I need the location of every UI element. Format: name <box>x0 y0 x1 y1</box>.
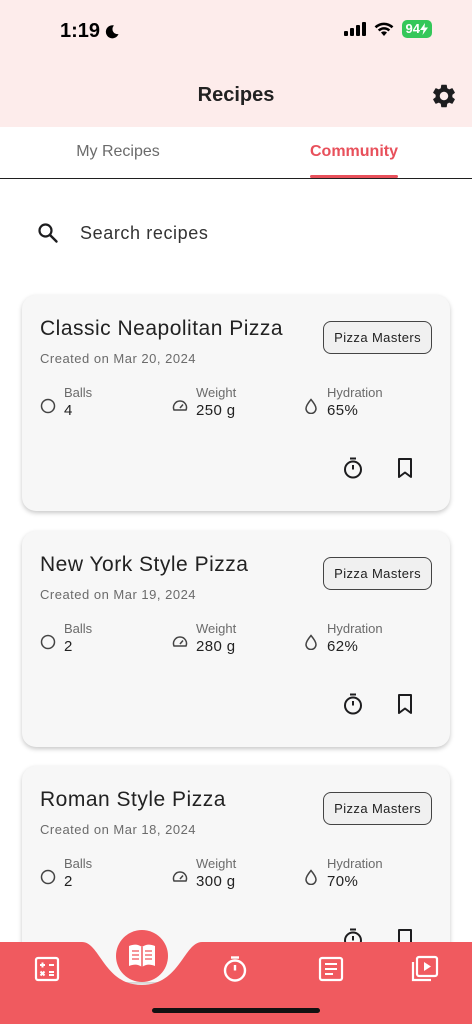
timer-icon <box>223 956 247 982</box>
stat-label: Weight <box>196 856 237 871</box>
charging-icon <box>420 23 428 35</box>
recipe-title: Roman Style Pizza <box>40 788 226 811</box>
stat-balls: Balls 2 <box>40 856 92 890</box>
recipe-book-icon <box>129 944 155 967</box>
recipe-date: Created on Mar 20, 2024 <box>40 351 197 366</box>
author-badge[interactable]: Pizza Masters <box>323 792 432 825</box>
stat-label: Weight <box>196 621 237 636</box>
stat-hydration: Hydration 65% <box>303 385 383 419</box>
stat-value: 2 <box>64 873 73 890</box>
app-header: 1:19 94 Recipes <box>0 0 472 127</box>
gauge-icon <box>172 400 188 411</box>
timer-button[interactable] <box>340 455 366 481</box>
signal-icon <box>343 22 366 36</box>
status-bar: 1:19 94 <box>0 0 472 62</box>
author-badge[interactable]: Pizza Masters <box>323 557 432 590</box>
stat-balls: Balls 2 <box>40 621 92 655</box>
status-icons: 94 <box>343 20 432 38</box>
nav-videos-button[interactable] <box>410 954 440 984</box>
stat-value: 2 <box>64 638 73 655</box>
status-time: 1:19 <box>60 20 120 43</box>
stat-label: Hydration <box>327 856 383 871</box>
gauge-icon <box>172 871 188 882</box>
recipe-title: New York Style Pizza <box>40 553 249 576</box>
stat-value: 65% <box>327 402 359 419</box>
home-indicator <box>152 1008 320 1013</box>
notes-icon <box>318 956 344 982</box>
status-time-text: 1:19 <box>60 20 101 42</box>
recipe-title: Classic Neapolitan Pizza <box>40 317 284 340</box>
recipe-card[interactable]: Classic Neapolitan Pizza Created on Mar … <box>22 295 450 511</box>
tab-my-recipes[interactable]: My Recipes <box>0 127 236 178</box>
battery-indicator: 94 <box>401 20 432 38</box>
stat-value: 4 <box>64 402 73 419</box>
search-icon <box>38 223 58 243</box>
page-title: Recipes <box>197 84 275 106</box>
bookmark-button[interactable] <box>392 455 418 481</box>
moon-icon <box>105 24 119 38</box>
stat-label: Balls <box>64 621 93 636</box>
recipe-date: Created on Mar 18, 2024 <box>40 822 197 837</box>
stat-label: Hydration <box>327 385 383 400</box>
search-bar[interactable]: Search recipes <box>36 218 436 248</box>
water-drop-icon <box>305 634 317 650</box>
gauge-icon <box>172 636 188 647</box>
stat-value: 62% <box>327 638 359 655</box>
wifi-icon <box>374 22 393 36</box>
bookmark-icon <box>398 458 412 478</box>
tab-bar: My Recipes Community <box>0 127 472 179</box>
bookmark-button[interactable] <box>392 691 418 717</box>
stat-label: Weight <box>196 385 237 400</box>
ball-icon <box>40 634 56 650</box>
stat-value: 70% <box>327 873 359 890</box>
stat-weight: Weight 250 g <box>172 385 236 419</box>
stat-value: 280 g <box>196 638 236 655</box>
stat-balls: Balls 4 <box>40 385 92 419</box>
author-badge[interactable]: Pizza Masters <box>323 321 432 354</box>
stat-label: Hydration <box>327 621 383 636</box>
stat-value: 250 g <box>196 402 236 419</box>
nav-timer-button[interactable] <box>220 954 250 984</box>
ball-icon <box>40 398 56 414</box>
stat-value: 300 g <box>196 873 236 890</box>
water-drop-icon <box>305 869 317 885</box>
calculator-icon <box>34 956 60 982</box>
video-library-icon <box>411 955 439 982</box>
nav-recipes-button[interactable] <box>116 930 168 982</box>
water-drop-icon <box>305 398 317 414</box>
gear-icon <box>433 84 455 108</box>
stat-weight: Weight 300 g <box>172 856 236 890</box>
stat-label: Balls <box>64 385 93 400</box>
nav-calculator-button[interactable] <box>32 954 62 984</box>
battery-level: 94 <box>405 21 420 36</box>
timer-button[interactable] <box>340 691 366 717</box>
stat-hydration: Hydration 62% <box>303 621 383 655</box>
stat-weight: Weight 280 g <box>172 621 236 655</box>
recipe-date: Created on Mar 19, 2024 <box>40 587 197 602</box>
stat-hydration: Hydration 70% <box>303 856 383 890</box>
ball-icon <box>40 869 56 885</box>
bookmark-icon <box>398 694 412 714</box>
stopwatch-icon <box>344 457 362 479</box>
search-input[interactable]: Search recipes <box>80 223 208 244</box>
tab-community[interactable]: Community <box>236 127 472 178</box>
settings-button[interactable] <box>430 82 458 110</box>
stopwatch-icon <box>344 693 362 715</box>
nav-notes-button[interactable] <box>316 954 346 984</box>
stat-label: Balls <box>64 856 93 871</box>
recipe-card[interactable]: New York Style Pizza Created on Mar 19, … <box>22 531 450 747</box>
